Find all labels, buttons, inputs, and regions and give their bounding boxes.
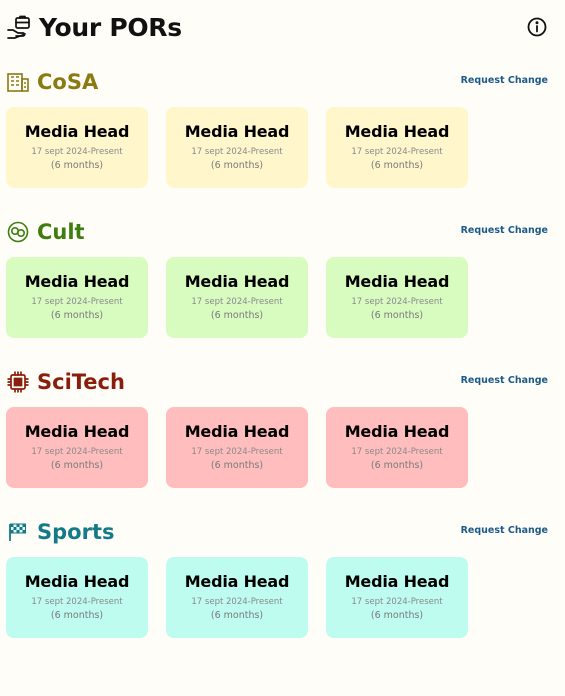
section-title: Sports bbox=[37, 520, 115, 544]
por-date: 17 sept 2024-Present bbox=[31, 447, 123, 457]
por-duration: (6 months) bbox=[210, 610, 264, 621]
por-date: 17 sept 2024-Present bbox=[31, 147, 123, 157]
por-role: Media Head bbox=[344, 122, 450, 141]
por-duration: (6 months) bbox=[370, 460, 424, 471]
section-scitech: SciTech Request Change Media Head 17 sep… bbox=[6, 366, 554, 488]
request-change-link[interactable]: Request Change bbox=[461, 375, 548, 386]
por-date: 17 sept 2024-Present bbox=[351, 297, 443, 307]
por-card[interactable]: Media Head 17 sept 2024-Present (6 month… bbox=[6, 107, 148, 188]
section-sports: Sports Request Change Media Head 17 sept… bbox=[6, 516, 554, 638]
page-title: Your PORs bbox=[39, 12, 182, 42]
chip-icon bbox=[6, 370, 30, 394]
por-role: Media Head bbox=[344, 572, 450, 591]
por-date: 17 sept 2024-Present bbox=[351, 597, 443, 607]
por-duration: (6 months) bbox=[370, 610, 424, 621]
por-date: 17 sept 2024-Present bbox=[191, 297, 283, 307]
theater-icon bbox=[6, 220, 30, 244]
por-role: Media Head bbox=[184, 422, 290, 441]
section-cult: Cult Request Change Media Head 17 sept 2… bbox=[6, 216, 554, 338]
page-header: Your PORs bbox=[6, 10, 554, 44]
section-cosa: CoSA Request Change Media Head 17 sept 2… bbox=[6, 66, 554, 188]
por-duration: (6 months) bbox=[370, 160, 424, 171]
por-card-list: Media Head 17 sept 2024-Present (6 month… bbox=[6, 407, 486, 488]
por-card-list: Media Head 17 sept 2024-Present (6 month… bbox=[6, 107, 486, 188]
por-card[interactable]: Media Head 17 sept 2024-Present (6 month… bbox=[166, 407, 308, 488]
por-role: Media Head bbox=[24, 572, 130, 591]
por-card[interactable]: Media Head 17 sept 2024-Present (6 month… bbox=[6, 557, 148, 638]
request-change-link[interactable]: Request Change bbox=[461, 225, 548, 236]
por-role: Media Head bbox=[344, 272, 450, 291]
request-change-link[interactable]: Request Change bbox=[461, 525, 548, 536]
por-role: Media Head bbox=[24, 122, 130, 141]
por-duration: (6 months) bbox=[50, 610, 104, 621]
por-card[interactable]: Media Head 17 sept 2024-Present (6 month… bbox=[166, 557, 308, 638]
por-date: 17 sept 2024-Present bbox=[351, 147, 443, 157]
por-duration: (6 months) bbox=[210, 460, 264, 471]
por-date: 17 sept 2024-Present bbox=[191, 447, 283, 457]
por-date: 17 sept 2024-Present bbox=[191, 597, 283, 607]
por-card[interactable]: Media Head 17 sept 2024-Present (6 month… bbox=[6, 257, 148, 338]
section-title: Cult bbox=[37, 220, 85, 244]
por-duration: (6 months) bbox=[50, 310, 104, 321]
por-role: Media Head bbox=[184, 122, 290, 141]
por-card-list: Media Head 17 sept 2024-Present (6 month… bbox=[6, 557, 486, 638]
por-card[interactable]: Media Head 17 sept 2024-Present (6 month… bbox=[326, 107, 468, 188]
building-icon bbox=[6, 70, 30, 94]
por-role: Media Head bbox=[24, 272, 130, 291]
por-card[interactable]: Media Head 17 sept 2024-Present (6 month… bbox=[326, 557, 468, 638]
por-card[interactable]: Media Head 17 sept 2024-Present (6 month… bbox=[166, 257, 308, 338]
por-card[interactable]: Media Head 17 sept 2024-Present (6 month… bbox=[326, 257, 468, 338]
por-card-list: Media Head 17 sept 2024-Present (6 month… bbox=[6, 257, 486, 338]
request-change-link[interactable]: Request Change bbox=[461, 75, 548, 86]
section-title: CoSA bbox=[37, 70, 99, 94]
briefcase-hand-icon bbox=[6, 14, 32, 40]
por-duration: (6 months) bbox=[210, 160, 264, 171]
por-duration: (6 months) bbox=[370, 310, 424, 321]
info-icon[interactable] bbox=[526, 16, 548, 38]
por-date: 17 sept 2024-Present bbox=[31, 597, 123, 607]
por-role: Media Head bbox=[184, 572, 290, 591]
por-date: 17 sept 2024-Present bbox=[351, 447, 443, 457]
por-duration: (6 months) bbox=[50, 160, 104, 171]
por-card[interactable]: Media Head 17 sept 2024-Present (6 month… bbox=[166, 107, 308, 188]
por-card[interactable]: Media Head 17 sept 2024-Present (6 month… bbox=[326, 407, 468, 488]
por-role: Media Head bbox=[344, 422, 450, 441]
por-date: 17 sept 2024-Present bbox=[31, 297, 123, 307]
por-duration: (6 months) bbox=[210, 310, 264, 321]
por-date: 17 sept 2024-Present bbox=[191, 147, 283, 157]
por-role: Media Head bbox=[24, 422, 130, 441]
checkered-flag-icon bbox=[6, 520, 30, 544]
section-title: SciTech bbox=[37, 370, 125, 394]
por-card[interactable]: Media Head 17 sept 2024-Present (6 month… bbox=[6, 407, 148, 488]
por-duration: (6 months) bbox=[50, 460, 104, 471]
por-role: Media Head bbox=[184, 272, 290, 291]
